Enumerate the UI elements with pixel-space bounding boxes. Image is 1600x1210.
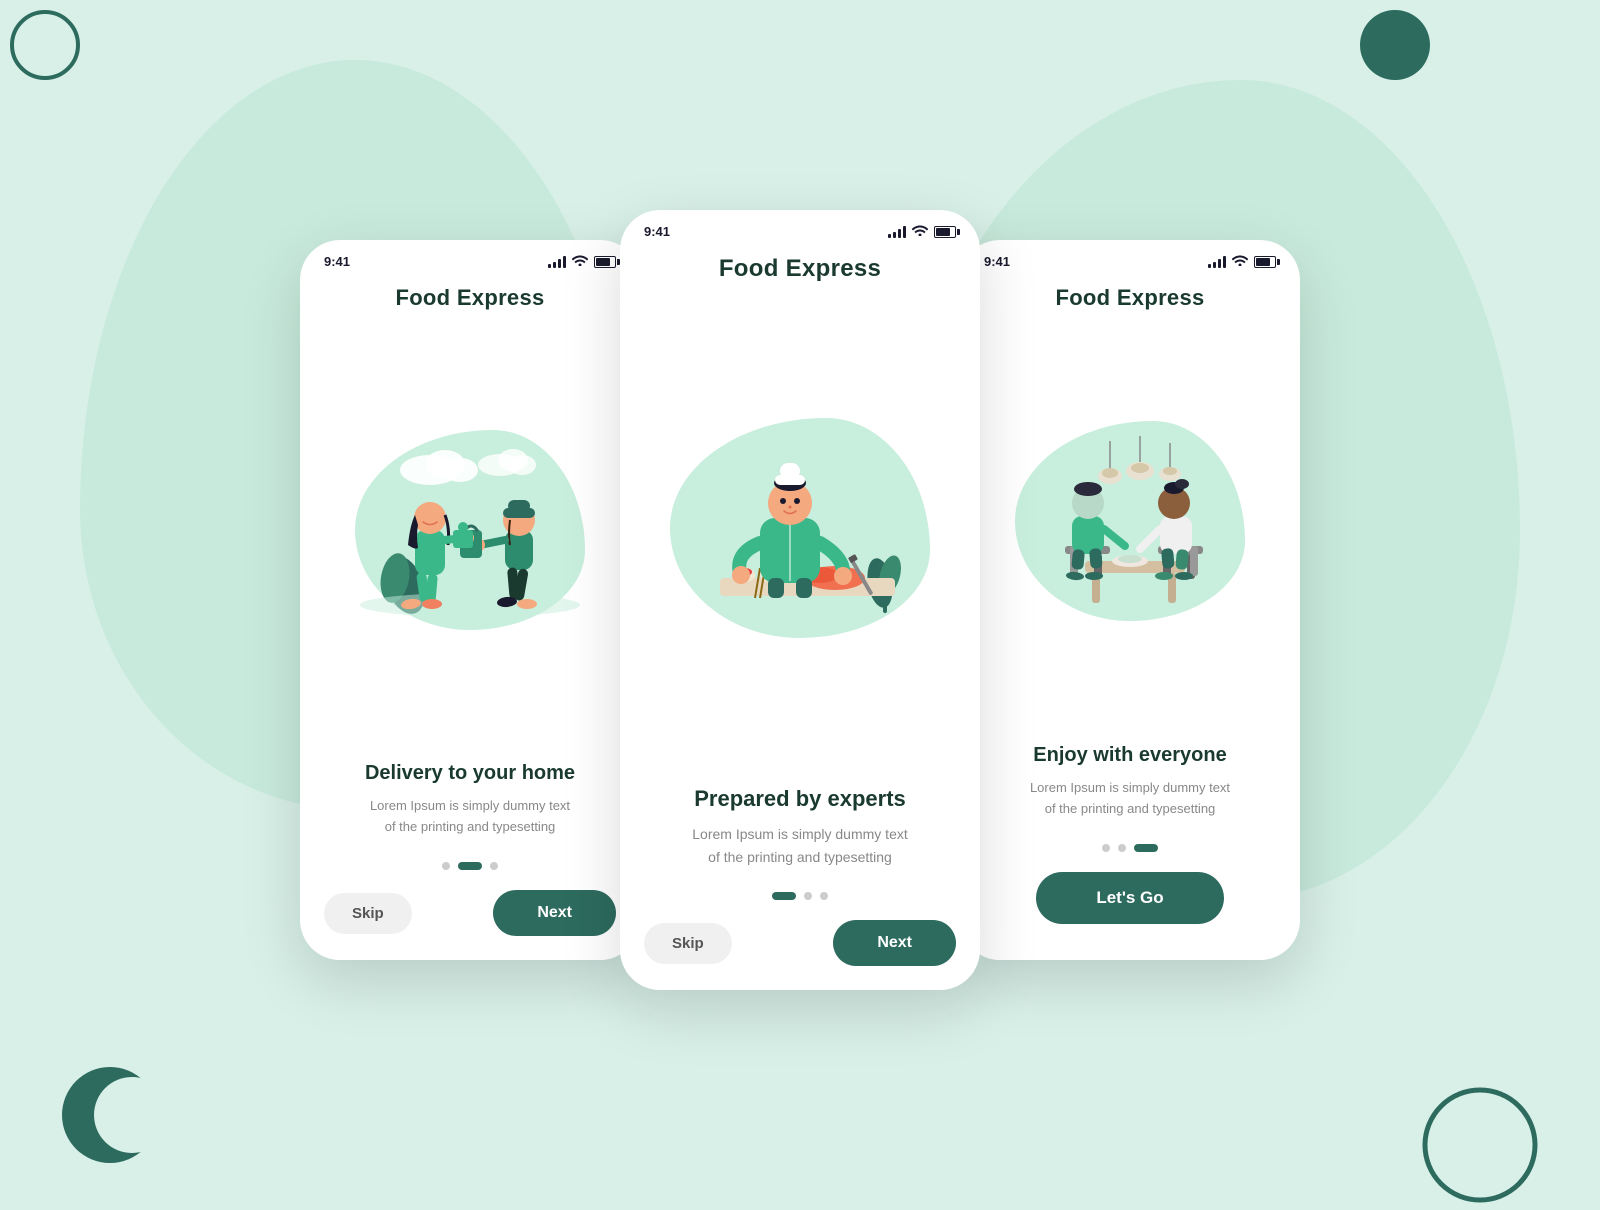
status-bar-3: 9:41 [960, 240, 1300, 277]
skip-button-2[interactable]: Skip [644, 923, 732, 964]
content-area-2: Prepared by experts Lorem Ipsum is simpl… [620, 769, 980, 880]
illustration-area-2 [620, 287, 980, 769]
status-icons-2 [888, 224, 956, 239]
wifi-icon-3 [1232, 254, 1248, 269]
delivery-illustration [350, 430, 590, 630]
phone-3: 9:41 Food Express [960, 240, 1300, 960]
bottom-buttons-1: Skip Next [300, 882, 640, 960]
dots-1 [300, 850, 640, 882]
status-icons-1 [548, 254, 616, 269]
dot-2-2 [804, 892, 812, 900]
slide-desc-2: Lorem Ipsum is simply dummy textof the p… [648, 823, 952, 868]
app-title-1: Food Express [300, 277, 640, 315]
dot-3-active [1134, 844, 1158, 852]
chef-illustration [665, 413, 935, 643]
dot-2-3 [820, 892, 828, 900]
bg-decoration-circle-top-left [10, 10, 80, 80]
wifi-icon-2 [912, 224, 928, 239]
dot-1-active [458, 862, 482, 870]
slide-title-3: Enjoy with everyone [988, 742, 1272, 768]
bottom-buttons-3: Let's Go [960, 864, 1300, 960]
slide-desc-3: Lorem Ipsum is simply dummy textof the p… [988, 778, 1272, 820]
skip-button-1[interactable]: Skip [324, 893, 412, 934]
battery-icon-3 [1254, 256, 1276, 268]
bg-decoration-circle-bottom-right [1420, 1085, 1540, 1210]
signal-icon-1 [548, 256, 566, 268]
battery-icon-2 [934, 226, 956, 238]
dots-3 [960, 832, 1300, 864]
phone-1: 9:41 Food Express [300, 240, 640, 960]
next-button-1[interactable]: Next [493, 890, 616, 936]
dots-2 [620, 880, 980, 912]
dot-2-active [772, 892, 796, 900]
battery-icon-1 [594, 256, 616, 268]
dining-illustration [1010, 421, 1250, 621]
dot-1-1 [442, 862, 450, 870]
content-area-3: Enjoy with everyone Lorem Ipsum is simpl… [960, 726, 1300, 832]
next-button-2[interactable]: Next [833, 920, 956, 966]
bottom-buttons-2: Skip Next [620, 912, 980, 990]
illustration-area-3 [960, 315, 1300, 726]
slide-desc-1: Lorem Ipsum is simply dummy textof the p… [328, 796, 612, 838]
phones-container: 9:41 Food Express [300, 210, 1300, 990]
status-icons-3 [1208, 254, 1276, 269]
dot-3-1 [1102, 844, 1110, 852]
content-area-1: Delivery to your home Lorem Ipsum is sim… [300, 744, 640, 850]
status-time-2: 9:41 [644, 224, 670, 239]
status-time-3: 9:41 [984, 254, 1010, 269]
signal-icon-3 [1208, 256, 1226, 268]
dot-3-2 [1118, 844, 1126, 852]
app-title-2: Food Express [620, 247, 980, 287]
status-bar-2: 9:41 [620, 210, 980, 247]
lets-go-button[interactable]: Let's Go [1036, 872, 1223, 924]
phone-2: 9:41 Food Express [620, 210, 980, 990]
dot-1-3 [490, 862, 498, 870]
status-bar-1: 9:41 [300, 240, 640, 277]
signal-icon-2 [888, 226, 906, 238]
illustration-area-1 [300, 315, 640, 744]
bg-decoration-circle-top-right [1360, 10, 1430, 80]
wifi-icon-1 [572, 254, 588, 269]
app-title-3: Food Express [960, 277, 1300, 315]
status-time-1: 9:41 [324, 254, 350, 269]
bg-decoration-moon-bottom-left [60, 1065, 160, 1170]
slide-title-1: Delivery to your home [328, 760, 612, 786]
slide-title-2: Prepared by experts [648, 785, 952, 814]
